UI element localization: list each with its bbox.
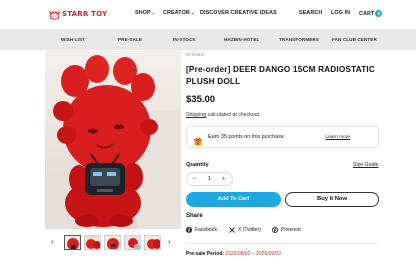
buy-now-button[interactable]: Buy It Now (285, 192, 379, 207)
category-hazbin-hotel[interactable]: HAZBIN HOTEL (224, 37, 259, 42)
points-banner: Earn 35 points on this purchase. Learn m… (186, 126, 379, 148)
share-facebook[interactable]: Facebook (186, 227, 217, 233)
share-pinterest[interactable]: Pinterest (272, 227, 301, 233)
shipping-note-text: calculated at checkout. (206, 112, 261, 118)
product-main-image[interactable] (45, 51, 181, 229)
nav-shop-label: SHOP (135, 10, 151, 16)
brand-logo-icon (49, 8, 60, 20)
nav-cart-label: CART (359, 10, 375, 17)
cart-count-badge: 0 (375, 10, 383, 17)
learn-more-link[interactable]: Learn more (325, 135, 350, 140)
quantity-label: Quantity (186, 162, 209, 168)
nav-login[interactable]: LOG IN (331, 10, 350, 16)
category-in-stock[interactable]: IN-STOCK (173, 37, 196, 42)
presale-dates: 2026/08/03 – 2026/09/03 (225, 251, 282, 257)
size-guide-link[interactable]: Size Guide (353, 162, 378, 168)
quantity-increase-button[interactable]: + (222, 176, 225, 182)
add-to-cart-button[interactable]: Add To Cart (186, 192, 281, 207)
shipping-link[interactable]: Shipping (186, 112, 206, 118)
nav-creator[interactable]: CREATOR⌄ (163, 10, 194, 16)
category-wish-list[interactable]: WISH LIST (61, 37, 85, 42)
brand-name: STARR TOY (62, 9, 108, 18)
chevron-down-icon: ⌄ (190, 10, 195, 15)
thumbnail[interactable] (84, 235, 101, 250)
thumbnail[interactable] (104, 235, 121, 250)
shipping-note: Shipping calculated at checkout. (186, 112, 260, 118)
nav-creator-label: CREATOR (163, 10, 190, 16)
nav-discover[interactable]: DISCOVER CREATIVE IDEAS (200, 10, 277, 16)
quantity-value[interactable]: 1 (208, 176, 211, 182)
category-fan-club-center[interactable]: FAN CLUB CENTER (332, 37, 377, 42)
nav-search[interactable]: SEARCH (299, 10, 322, 16)
quantity-stepper: − 1 + (186, 172, 233, 186)
chevron-down-icon: ⌄ (151, 10, 156, 15)
nav-cart[interactable]: CART 0 (359, 10, 383, 17)
thumbnail[interactable] (64, 235, 81, 250)
presale-label: Pre-sale Period: (186, 251, 225, 257)
share-label: Share (186, 213, 203, 219)
divider (186, 243, 379, 244)
points-text: Earn 35 points on this purchase. (208, 134, 286, 140)
thumbnail[interactable] (144, 235, 161, 250)
chevron-left-icon[interactable]: ‹ (51, 237, 54, 246)
share-pinterest-label: Pinterest (281, 227, 301, 233)
category-bar: WISH LIST PRE-SALE IN-STOCK HAZBIN HOTEL… (0, 29, 416, 50)
share-facebook-label: Facebook (195, 227, 217, 233)
presale-period: Pre-sale Period: 2026/08/03 – 2026/09/03 (186, 251, 281, 257)
product-price: $35.00 (186, 94, 216, 105)
quantity-decrease-button[interactable]: − (193, 176, 196, 182)
share-twitter[interactable]: X (Twitter) (229, 227, 261, 233)
gift-icon (194, 133, 202, 146)
share-twitter-label: X (Twitter) (238, 227, 261, 233)
category-transformers[interactable]: TRANSFORMERS (279, 37, 319, 42)
thumbnail[interactable] (124, 235, 141, 250)
product-vendor: XIYANG (186, 52, 205, 57)
nav-shop[interactable]: SHOP⌄ (135, 10, 155, 16)
brand-logo[interactable]: STARR TOY (49, 8, 108, 20)
pinterest-icon (272, 227, 278, 233)
facebook-icon (186, 227, 192, 233)
product-title: [Pre-order] DEER DANGO 15CM RADIOSTATIC … (186, 65, 375, 86)
site-header: STARR TOY SHOP⌄ CREATOR⌄ DISCOVER CREATI… (0, 0, 416, 28)
category-pre-sale[interactable]: PRE-SALE (118, 37, 142, 42)
chevron-right-icon[interactable]: › (168, 237, 171, 246)
x-twitter-icon (229, 227, 235, 233)
